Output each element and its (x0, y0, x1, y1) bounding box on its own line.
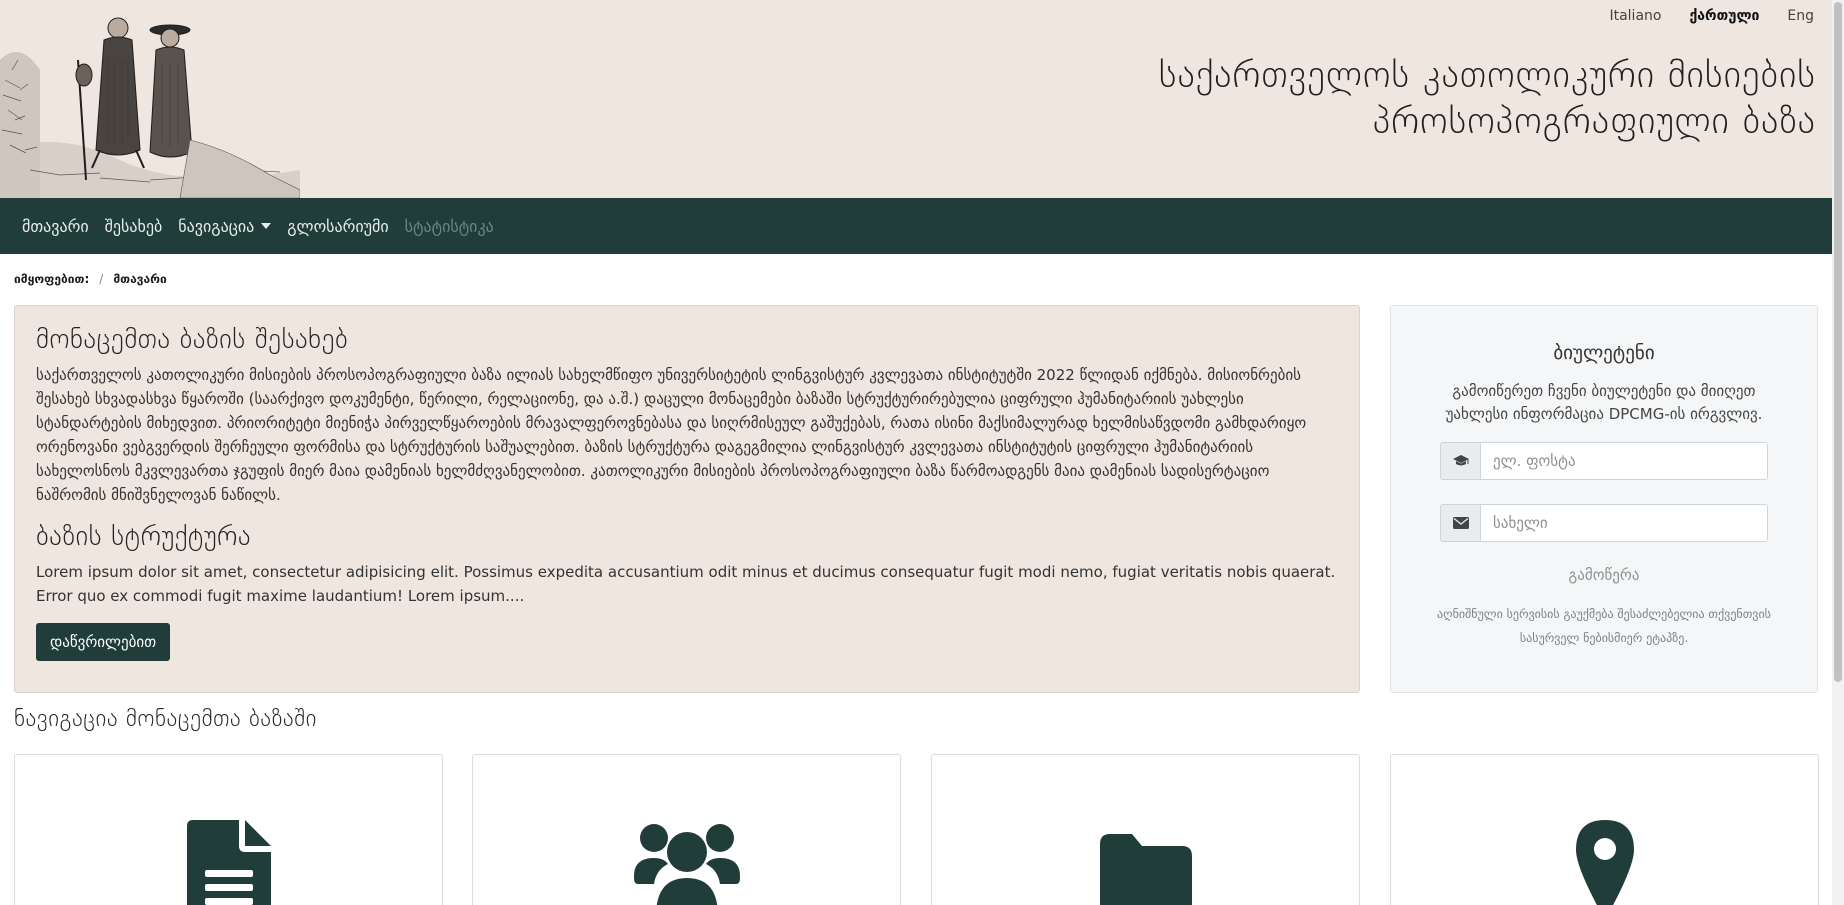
about-title: მონაცემთა ბაზის შესახებ (36, 324, 349, 355)
nav-item-navigation-label: ნავიგაცია (178, 216, 255, 236)
about-panel: მონაცემთა ბაზის შესახებ საქართველოს კათო… (14, 305, 1360, 693)
nav-card-persons[interactable] (472, 754, 901, 905)
lang-georgian[interactable]: ქართული (1689, 8, 1759, 24)
structure-title: ბაზის სტრუქტურა (36, 521, 251, 552)
page-scrollbar[interactable] (1832, 0, 1844, 905)
nav-card-documents[interactable] (14, 754, 443, 905)
lang-italian[interactable]: Italiano (1609, 8, 1661, 24)
newsletter-email-input[interactable] (1481, 443, 1767, 479)
site-title-line2: პროსოპოგრაფიული ბაზა (1372, 99, 1816, 142)
envelope-icon (1441, 505, 1481, 541)
subscribe-button[interactable]: გამოწერა (1391, 566, 1817, 584)
newsletter-email-group (1440, 442, 1768, 480)
folder-icon (1099, 834, 1192, 905)
read-more-button[interactable]: დაწვრილებით (36, 623, 171, 661)
scrollbar-thumb[interactable] (1834, 2, 1842, 682)
users-icon (633, 824, 740, 905)
about-text: საქართველოს კათოლიკური მისიების პროსოპოგ… (36, 366, 1307, 504)
lang-english[interactable]: Eng (1787, 8, 1814, 24)
newsletter-name-input[interactable] (1481, 505, 1767, 541)
language-switcher: Italiano ქართული Eng (1581, 8, 1814, 24)
nav-item-navigation[interactable]: ნავიგაცია (178, 216, 272, 236)
newsletter-name-group (1440, 504, 1768, 542)
site-header: Italiano ქართული Eng საქართველოს კათოლიკ… (0, 0, 1832, 198)
navigation-section-title: ნავიგაცია მონაცემთა ბაზაში (14, 706, 317, 732)
newsletter-panel: ბიულეტენი გამოიწერეთ ჩვენი ბიულეტენი და … (1390, 305, 1818, 693)
breadcrumb-separator: / (99, 272, 104, 286)
nav-item-statistics[interactable]: სტატისტიკა (405, 217, 494, 236)
newsletter-title: ბიულეტენი (1553, 342, 1655, 364)
breadcrumb-current[interactable]: მთავარი (113, 272, 166, 286)
missionaries-illustration (0, 0, 300, 198)
graduation-cap-icon (1441, 443, 1481, 479)
breadcrumb: იმყოფებით: / მთავარი (14, 272, 167, 286)
main-navbar: მთავარი შესახებ ნავიგაცია გლოსარიუმი სტა… (0, 198, 1832, 254)
nav-card-places[interactable] (1390, 754, 1819, 905)
newsletter-description: გამოიწერეთ ჩვენი ბიულეტენი და მიიღეთ უახ… (1445, 382, 1763, 423)
site-title: საქართველოს კათოლიკური მისიების პროსოპოგ… (1159, 52, 1816, 144)
nav-card-folders[interactable] (931, 754, 1360, 905)
nav-item-glossary[interactable]: გლოსარიუმი (287, 217, 388, 236)
map-marker-icon (1575, 820, 1634, 905)
document-icon (186, 820, 271, 905)
caret-down-icon (261, 223, 272, 229)
newsletter-note: აღნიშნული სერვისის გაუქმება შესაძლებელია… (1437, 607, 1771, 645)
nav-item-home[interactable]: მთავარი (22, 217, 89, 236)
site-title-line1: საქართველოს კათოლიკური მისიების (1158, 53, 1816, 96)
nav-item-about[interactable]: შესახებ (105, 217, 163, 236)
breadcrumb-prefix: იმყოფებით: (14, 272, 90, 286)
structure-text: Lorem ipsum dolor sit amet, consectetur … (36, 563, 1336, 605)
